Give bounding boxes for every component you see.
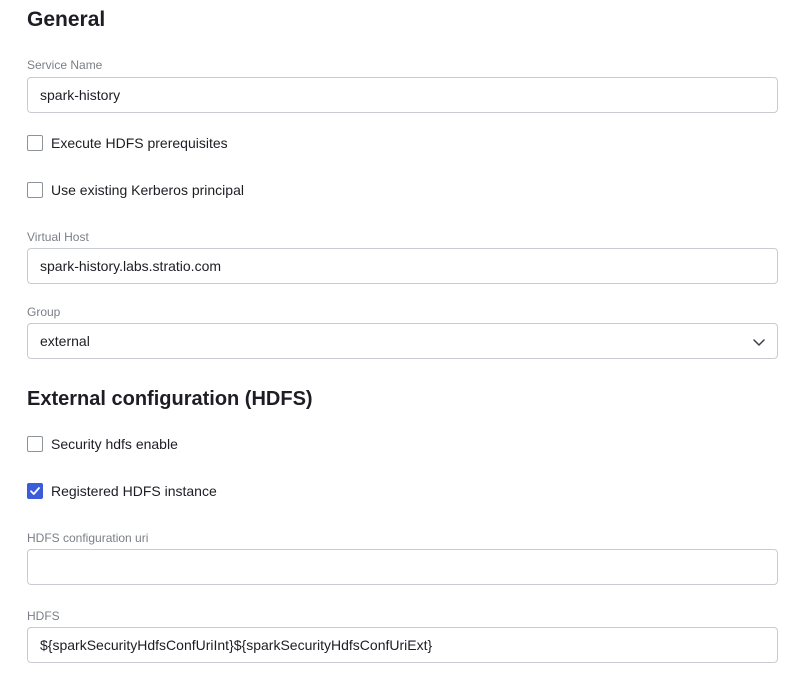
- virtual-host-input[interactable]: [27, 248, 778, 284]
- virtual-host-label: Virtual Host: [27, 230, 89, 244]
- use-kerberos-label: Use existing Kerberos principal: [51, 182, 244, 198]
- service-name-label: Service Name: [27, 58, 103, 72]
- execute-hdfs-label: Execute HDFS prerequisites: [51, 135, 228, 151]
- execute-hdfs-checkbox[interactable]: [27, 135, 43, 151]
- hdfs-config-uri-input[interactable]: [27, 549, 778, 585]
- general-section-title: General: [27, 8, 106, 31]
- external-hdfs-section-title: External configuration (HDFS): [27, 388, 313, 410]
- hdfs-input[interactable]: [27, 627, 778, 663]
- security-hdfs-label: Security hdfs enable: [51, 436, 178, 452]
- security-hdfs-checkbox[interactable]: [27, 436, 43, 452]
- group-select[interactable]: external: [27, 323, 778, 359]
- chevron-down-icon: [753, 339, 765, 346]
- group-selected-value: external: [40, 333, 90, 349]
- hdfs-label: HDFS: [27, 609, 60, 623]
- registered-hdfs-label: Registered HDFS instance: [51, 483, 217, 499]
- security-hdfs-checkbox-row[interactable]: Security hdfs enable: [27, 434, 178, 454]
- use-kerberos-checkbox-row[interactable]: Use existing Kerberos principal: [27, 180, 244, 200]
- service-name-input[interactable]: [27, 77, 778, 113]
- registered-hdfs-checkbox-row[interactable]: Registered HDFS instance: [27, 481, 217, 501]
- execute-hdfs-checkbox-row[interactable]: Execute HDFS prerequisites: [27, 133, 228, 153]
- use-kerberos-checkbox[interactable]: [27, 182, 43, 198]
- registered-hdfs-checkbox[interactable]: [27, 483, 43, 499]
- hdfs-config-uri-label: HDFS configuration uri: [27, 531, 149, 545]
- check-icon: [30, 487, 40, 495]
- group-label: Group: [27, 305, 61, 319]
